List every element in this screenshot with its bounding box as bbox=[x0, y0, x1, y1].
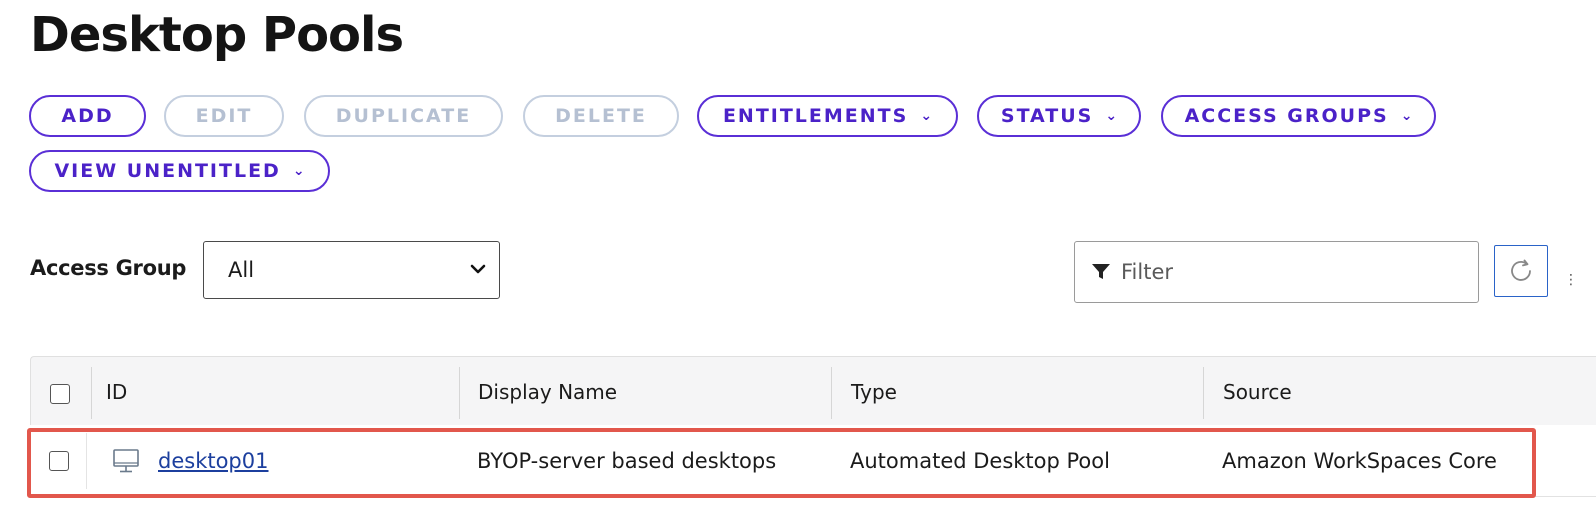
column-header-type[interactable]: Type bbox=[851, 357, 897, 426]
edit-button[interactable]: EDIT bbox=[164, 95, 284, 137]
column-divider bbox=[1203, 367, 1204, 419]
select-all-checkbox[interactable] bbox=[50, 384, 70, 404]
row-source-cell: Amazon WorkSpaces Core bbox=[1222, 449, 1497, 473]
access-group-selected-value: All bbox=[228, 258, 255, 282]
filter-field[interactable] bbox=[1074, 241, 1479, 303]
refresh-icon bbox=[1511, 259, 1531, 281]
access-groups-dropdown-button[interactable]: ACCESS GROUPS ⌄ bbox=[1161, 95, 1436, 137]
desktop-pool-type-icon bbox=[112, 425, 140, 497]
chevron-down-icon bbox=[470, 264, 486, 274]
chevron-down-icon: ⌄ bbox=[920, 108, 933, 124]
column-divider bbox=[831, 367, 832, 419]
table-header: ID Display Name Type Source bbox=[30, 356, 1596, 425]
chevron-down-icon: ⌄ bbox=[1400, 108, 1413, 124]
desktop-pools-page: Desktop Pools ADD EDIT DUPLICATE DELETE … bbox=[0, 0, 1596, 520]
column-header-source[interactable]: Source bbox=[1223, 357, 1292, 426]
access-group-select[interactable]: All bbox=[203, 241, 500, 299]
access-group-label: Access Group bbox=[30, 256, 187, 280]
table-row[interactable]: desktop01 BYOP-server based desktops Aut… bbox=[30, 425, 1596, 497]
access-groups-button-label: ACCESS GROUPS bbox=[1184, 105, 1389, 127]
funnel-icon bbox=[1092, 264, 1110, 279]
view-unentitled-dropdown-button[interactable]: VIEW UNENTITLED ⌄ bbox=[29, 150, 330, 192]
delete-button-label: DELETE bbox=[555, 105, 647, 127]
delete-button[interactable]: DELETE bbox=[523, 95, 679, 137]
entitlements-dropdown-button[interactable]: ENTITLEMENTS ⌄ bbox=[697, 95, 958, 137]
duplicate-button[interactable]: DUPLICATE bbox=[304, 95, 503, 137]
row-display-name-cell: BYOP-server based desktops bbox=[477, 449, 777, 473]
column-divider bbox=[459, 367, 460, 419]
entitlements-button-label: ENTITLEMENTS bbox=[722, 105, 909, 127]
row-id-cell: desktop01 bbox=[158, 425, 269, 497]
view-unentitled-button-label: VIEW UNENTITLED bbox=[54, 160, 281, 182]
add-button[interactable]: ADD bbox=[29, 95, 146, 137]
column-divider bbox=[91, 367, 92, 419]
edit-button-label: EDIT bbox=[195, 105, 253, 127]
chevron-down-icon: ⌄ bbox=[1105, 108, 1118, 124]
more-options-icon[interactable]: ⋮ bbox=[1564, 272, 1578, 288]
status-dropdown-button[interactable]: STATUS ⌄ bbox=[977, 95, 1141, 137]
row-type-cell: Automated Desktop Pool bbox=[850, 449, 1110, 473]
chevron-down-icon: ⌄ bbox=[292, 163, 305, 179]
filter-input[interactable] bbox=[1121, 260, 1441, 284]
column-header-id[interactable]: ID bbox=[106, 357, 127, 426]
row-select-checkbox[interactable] bbox=[49, 451, 69, 471]
desktop-pool-id-link[interactable]: desktop01 bbox=[158, 449, 269, 473]
add-button-label: ADD bbox=[61, 105, 114, 127]
duplicate-button-label: DUPLICATE bbox=[335, 105, 472, 127]
status-button-label: STATUS bbox=[1000, 105, 1094, 127]
column-header-display-name[interactable]: Display Name bbox=[478, 357, 617, 426]
desktop-monitor-icon bbox=[113, 449, 139, 473]
refresh-button[interactable] bbox=[1494, 245, 1548, 297]
desktop-pools-table: ID Display Name Type Source desktop01 BY… bbox=[30, 356, 1596, 520]
column-divider bbox=[86, 433, 87, 489]
page-title: Desktop Pools bbox=[30, 7, 404, 63]
